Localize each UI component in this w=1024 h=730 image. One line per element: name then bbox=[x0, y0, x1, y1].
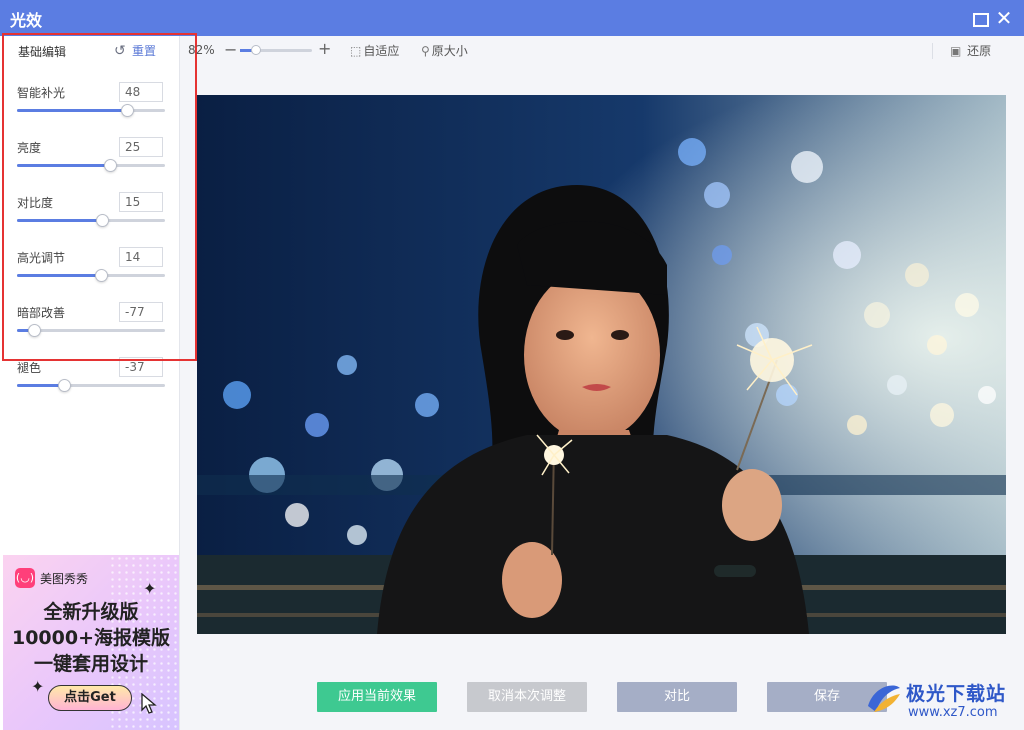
brand-logo-icon: (◡) bbox=[15, 568, 35, 588]
close-icon[interactable]: ✕ bbox=[994, 8, 1014, 28]
slider-track[interactable] bbox=[17, 269, 165, 282]
cancel-adjustment-button[interactable]: 取消本次调整 bbox=[467, 682, 587, 712]
slider-label: 亮度 bbox=[17, 141, 42, 155]
slider-fill bbox=[17, 164, 110, 167]
slider-knob[interactable] bbox=[28, 324, 42, 337]
slider-knob[interactable] bbox=[95, 269, 109, 282]
zoom-level: 82% bbox=[188, 43, 215, 57]
slider-value-input[interactable]: 25 bbox=[119, 137, 163, 157]
slider-knob[interactable] bbox=[103, 159, 117, 172]
zoom-out-button[interactable]: − bbox=[224, 40, 237, 59]
apply-effect-button[interactable]: 应用当前效果 bbox=[317, 682, 437, 712]
photo-preview bbox=[197, 95, 1006, 634]
sidebar: 基础编辑 ↺ 重置 智能补光 48 亮度 25 对比度 15 高光调节 14 暗部改善 -77 褪色 -… bbox=[0, 36, 180, 730]
zoom-slider-knob[interactable] bbox=[250, 45, 261, 55]
promo-banner[interactable]: (◡) 美图秀秀 全新升级版 10000+海报模版 一键套用设计 ✦ ✦ 点击G… bbox=[3, 555, 179, 730]
zoom-in-button[interactable]: + bbox=[318, 39, 331, 58]
slider-track[interactable] bbox=[17, 379, 165, 392]
image-icon: ▣ bbox=[950, 44, 962, 58]
fit-window-label: 自适应 bbox=[363, 44, 400, 58]
slider-track[interactable] bbox=[17, 324, 165, 337]
slider-value-input[interactable]: 14 bbox=[119, 247, 163, 267]
slider-value-input[interactable]: 15 bbox=[119, 192, 163, 212]
reset-button[interactable]: ↺ 重置 bbox=[114, 42, 156, 59]
fit-window-button[interactable]: ⬚ 自适应 bbox=[350, 42, 399, 59]
window-title: 光效 bbox=[10, 11, 43, 30]
reset-label: 重置 bbox=[132, 44, 157, 58]
view-toolbar: 82% − + ⬚ 自适应 ⚲ 原大小 ▣ 还原 bbox=[180, 36, 1024, 66]
slider-label: 褪色 bbox=[17, 361, 42, 375]
slider-row: 智能补光 48 bbox=[17, 82, 165, 122]
fit-window-icon: ⬚ bbox=[350, 44, 362, 58]
slider-track[interactable] bbox=[17, 104, 165, 117]
sparkle-icon: ✦ bbox=[143, 579, 157, 598]
slider-row: 亮度 25 bbox=[17, 137, 165, 177]
title-bar: 光效 ✕ bbox=[0, 0, 1024, 36]
promo-cta-button[interactable]: 点击Get bbox=[48, 685, 132, 711]
slider-value-input[interactable]: -77 bbox=[119, 302, 163, 322]
zoom-icon: ⚲ bbox=[421, 44, 430, 58]
slider-row: 暗部改善 -77 bbox=[17, 302, 165, 342]
slider-knob[interactable] bbox=[57, 379, 71, 392]
slider-label: 高光调节 bbox=[17, 251, 66, 265]
slider-value-input[interactable]: -37 bbox=[119, 357, 163, 377]
slider-fill bbox=[17, 219, 103, 222]
restore-label: 还原 bbox=[967, 44, 992, 58]
original-size-button[interactable]: ⚲ 原大小 bbox=[421, 42, 468, 59]
section-label: 基础编辑 bbox=[18, 45, 67, 59]
slider-label: 暗部改善 bbox=[17, 306, 66, 320]
slider-knob[interactable] bbox=[120, 104, 134, 117]
promo-line-2: 10000+海报模版 bbox=[11, 627, 171, 649]
sparkle-icon: ✦ bbox=[31, 677, 45, 696]
slider-fill bbox=[17, 274, 102, 277]
slider-track[interactable] bbox=[17, 159, 165, 172]
slider-row: 高光调节 14 bbox=[17, 247, 165, 287]
cursor-icon bbox=[141, 693, 157, 714]
slider-label: 对比度 bbox=[17, 196, 54, 210]
toolbar-divider bbox=[932, 43, 933, 59]
slider-knob[interactable] bbox=[96, 214, 110, 227]
photo-image bbox=[197, 95, 1006, 634]
slider-fill bbox=[17, 384, 64, 387]
site-logo-icon bbox=[868, 685, 900, 712]
watermark-url: www.xz7.com bbox=[908, 705, 998, 720]
zoom-slider[interactable] bbox=[240, 45, 312, 55]
restore-button[interactable]: ▣ 还原 bbox=[950, 42, 991, 59]
slider-value-input[interactable]: 48 bbox=[119, 82, 163, 102]
slider-track[interactable] bbox=[17, 214, 165, 227]
brand-name: 美图秀秀 bbox=[40, 572, 89, 586]
slider-fill bbox=[17, 109, 127, 112]
sidebar-header: 基础编辑 ↺ 重置 bbox=[0, 36, 180, 66]
undo-icon: ↺ bbox=[114, 43, 126, 59]
compare-button[interactable]: 对比 bbox=[617, 682, 737, 712]
maximize-icon[interactable] bbox=[970, 8, 990, 28]
slider-label: 智能补光 bbox=[17, 86, 66, 100]
promo-line-1: 全新升级版 bbox=[43, 601, 139, 623]
site-watermark: 极光下载站 www.xz7.com bbox=[864, 676, 1020, 726]
original-size-label: 原大小 bbox=[431, 44, 468, 58]
slider-row: 褪色 -37 bbox=[17, 357, 165, 397]
watermark-title: 极光下载站 bbox=[906, 683, 1007, 705]
slider-row: 对比度 15 bbox=[17, 192, 165, 232]
promo-line-3: 一键套用设计 bbox=[33, 653, 148, 675]
